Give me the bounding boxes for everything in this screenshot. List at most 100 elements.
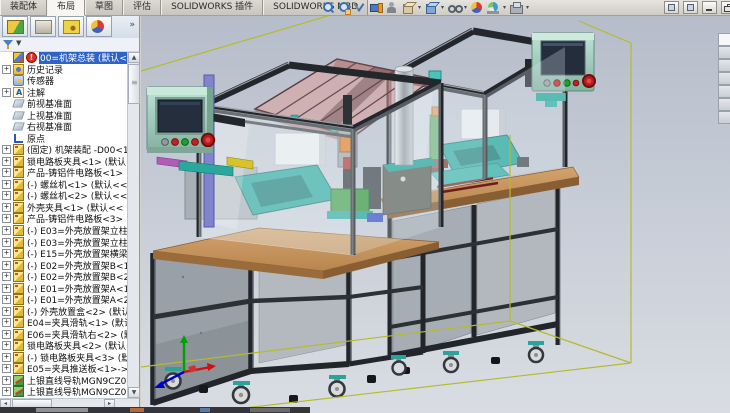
expander-icon[interactable]: + [2, 295, 11, 304]
hide-show-items-icon[interactable] [447, 1, 461, 14]
dropdown-arrow-icon[interactable]: ▾ [501, 1, 508, 14]
assembly-visualization-icon[interactable] [385, 1, 399, 14]
tree-item-3[interactable]: 传感器 [0, 75, 127, 87]
tree-item-11[interactable]: +产品-铸铝件电路板<1> [0, 167, 127, 179]
expander-icon[interactable]: + [2, 387, 11, 396]
minimize-button[interactable] [702, 1, 717, 14]
tree-item-30[interactable]: +上银直线导轨MGN9CZ0 [0, 386, 127, 398]
command-tab-3[interactable]: 草图 [85, 0, 123, 15]
tree-item-15[interactable]: +产品-铸铝件电路板<3> [0, 213, 127, 225]
expander-icon[interactable]: + [2, 318, 11, 327]
zoom-fit-icon[interactable] [321, 1, 335, 14]
task-pane-tab-4[interactable] [718, 72, 730, 85]
expander-icon[interactable]: + [2, 191, 11, 200]
display-style-icon[interactable] [424, 1, 438, 14]
command-tab-1[interactable]: 装配体 [0, 0, 47, 15]
expander-icon[interactable]: + [2, 214, 11, 223]
expander-icon[interactable]: + [2, 330, 11, 339]
expander-icon[interactable]: + [2, 145, 11, 154]
tree-vertical-scrollbar[interactable]: ▲ ▼ [127, 52, 139, 398]
tree-item-29[interactable]: +上银直线导轨MGN9CZ0 [0, 374, 127, 386]
doc-window-button-2[interactable] [683, 1, 698, 14]
zoom-area-icon[interactable] [337, 1, 351, 14]
expander-icon[interactable]: + [2, 226, 11, 235]
tree-item-7[interactable]: 右视基准面 [0, 121, 127, 133]
dropdown-arrow-icon[interactable]: ▾ [462, 1, 469, 14]
measure-icon[interactable] [369, 1, 383, 14]
plane-icon [12, 111, 24, 119]
section-view-icon[interactable] [353, 1, 367, 14]
tree-item-14[interactable]: +外壳夹具<1> (默认<< [0, 202, 127, 214]
tree-item-8[interactable]: 原点 [0, 133, 127, 145]
tree-item-12[interactable]: +(-) 螺丝机<1> (默认<< [0, 179, 127, 191]
expander-icon[interactable]: + [2, 261, 11, 270]
configuration-manager-tab[interactable] [58, 16, 84, 37]
expander-icon[interactable]: + [2, 203, 11, 212]
dropdown-arrow-icon[interactable]: ▾ [416, 1, 423, 14]
tree-item-4[interactable]: +注解 [0, 87, 127, 99]
display-manager-tab[interactable] [86, 16, 112, 37]
expander-icon[interactable]: + [2, 284, 11, 293]
scroll-up-button[interactable]: ▲ [128, 52, 140, 63]
expander-icon[interactable]: + [2, 238, 11, 247]
command-tab-2[interactable]: 布局 [47, 0, 85, 16]
expander-icon[interactable]: + [2, 353, 11, 362]
expander-icon[interactable]: + [2, 307, 11, 316]
panel-overflow-button[interactable]: » [129, 20, 135, 30]
part-icon [13, 190, 24, 201]
task-pane-tab-7[interactable] [718, 111, 730, 124]
task-pane-tab-1[interactable] [718, 33, 730, 46]
tree-item-23[interactable]: +(-) 外壳放置盒<2> (默认 [0, 305, 127, 317]
tree-item-26[interactable]: +锁电路板夹具<2> (默认 [0, 340, 127, 352]
expander-icon[interactable]: + [2, 65, 11, 74]
tree-filter-bar[interactable]: ▼ [0, 38, 139, 52]
tree-item-9[interactable]: +(固定) 机架装配 -D00<1 [0, 144, 127, 156]
expander-icon[interactable]: + [2, 341, 11, 350]
tree-item-27[interactable]: +(-) 锁电路板夹具<3> (默 [0, 351, 127, 363]
dropdown-arrow-icon[interactable]: ▾ [524, 1, 531, 14]
tree-item-16[interactable]: +(-) E03=外壳放置架立柱 [0, 225, 127, 237]
view-orientation-icon[interactable] [401, 1, 415, 14]
tree-item-28[interactable]: +E05=夹具推送板<1>-> [0, 363, 127, 375]
tree-item-22[interactable]: +(-) E01=外壳放置架A<2 [0, 294, 127, 306]
tree-item-5[interactable]: 前视基准面 [0, 98, 127, 110]
task-pane-tab-2[interactable] [718, 46, 730, 59]
tree-item-19[interactable]: +(-) E02=外壳放置架B<1 [0, 259, 127, 271]
edit-appearance-icon[interactable] [470, 1, 484, 14]
command-tab-5[interactable]: SOLIDWORKS 插件 [161, 0, 263, 15]
3d-viewport[interactable] [141, 15, 730, 413]
command-tab-4[interactable]: 评估 [123, 0, 161, 15]
tree-item-10[interactable]: +锁电路板夹具<1> (默认 [0, 156, 127, 168]
tree-item-6[interactable]: 上视基准面 [0, 110, 127, 122]
apply-scene-icon[interactable] [486, 1, 500, 14]
tree-item-25[interactable]: +E06=夹具滑轨右<2> (默 [0, 328, 127, 340]
vertical-scroll-thumb[interactable] [128, 64, 140, 104]
scroll-down-button[interactable]: ▼ [128, 387, 140, 398]
expander-icon[interactable]: + [2, 364, 11, 373]
expander-icon[interactable]: + [2, 249, 11, 258]
tree-item-20[interactable]: +(-) E02=外壳放置架B<2 [0, 271, 127, 283]
task-pane-tab-5[interactable] [718, 85, 730, 98]
filter-dropdown-icon[interactable]: ▼ [16, 39, 21, 47]
task-pane-tab-6[interactable] [718, 98, 730, 111]
expander-icon[interactable]: + [2, 376, 11, 385]
tree-item-17[interactable]: +(-) E03=外壳放置架立柱 [0, 236, 127, 248]
tree-item-1[interactable]: !00=机架总装 (默认<显 [0, 52, 127, 64]
tree-item-2[interactable]: +历史记录 [0, 64, 127, 76]
feature-tree-tab[interactable] [2, 16, 28, 37]
expander-icon[interactable]: + [2, 88, 11, 97]
tree-item-24[interactable]: +E04=夹具滑轨<1> (默认 [0, 317, 127, 329]
expander-icon[interactable]: + [2, 272, 11, 281]
tree-item-21[interactable]: +(-) E01=外壳放置架A<1 [0, 282, 127, 294]
tree-item-13[interactable]: +(-) 螺丝机<2> (默认<< [0, 190, 127, 202]
property-manager-tab[interactable] [30, 16, 56, 37]
doc-window-button-1[interactable] [664, 1, 679, 14]
expander-icon[interactable]: + [2, 180, 11, 189]
expander-icon[interactable]: + [2, 157, 11, 166]
restore-button[interactable] [721, 1, 730, 14]
tree-item-18[interactable]: +(-) E15=外壳放置架横梁 [0, 248, 127, 260]
task-pane-tab-3[interactable] [718, 59, 730, 72]
view-settings-icon[interactable] [509, 1, 523, 14]
dropdown-arrow-icon[interactable]: ▾ [439, 1, 446, 14]
expander-icon[interactable]: + [2, 168, 11, 177]
